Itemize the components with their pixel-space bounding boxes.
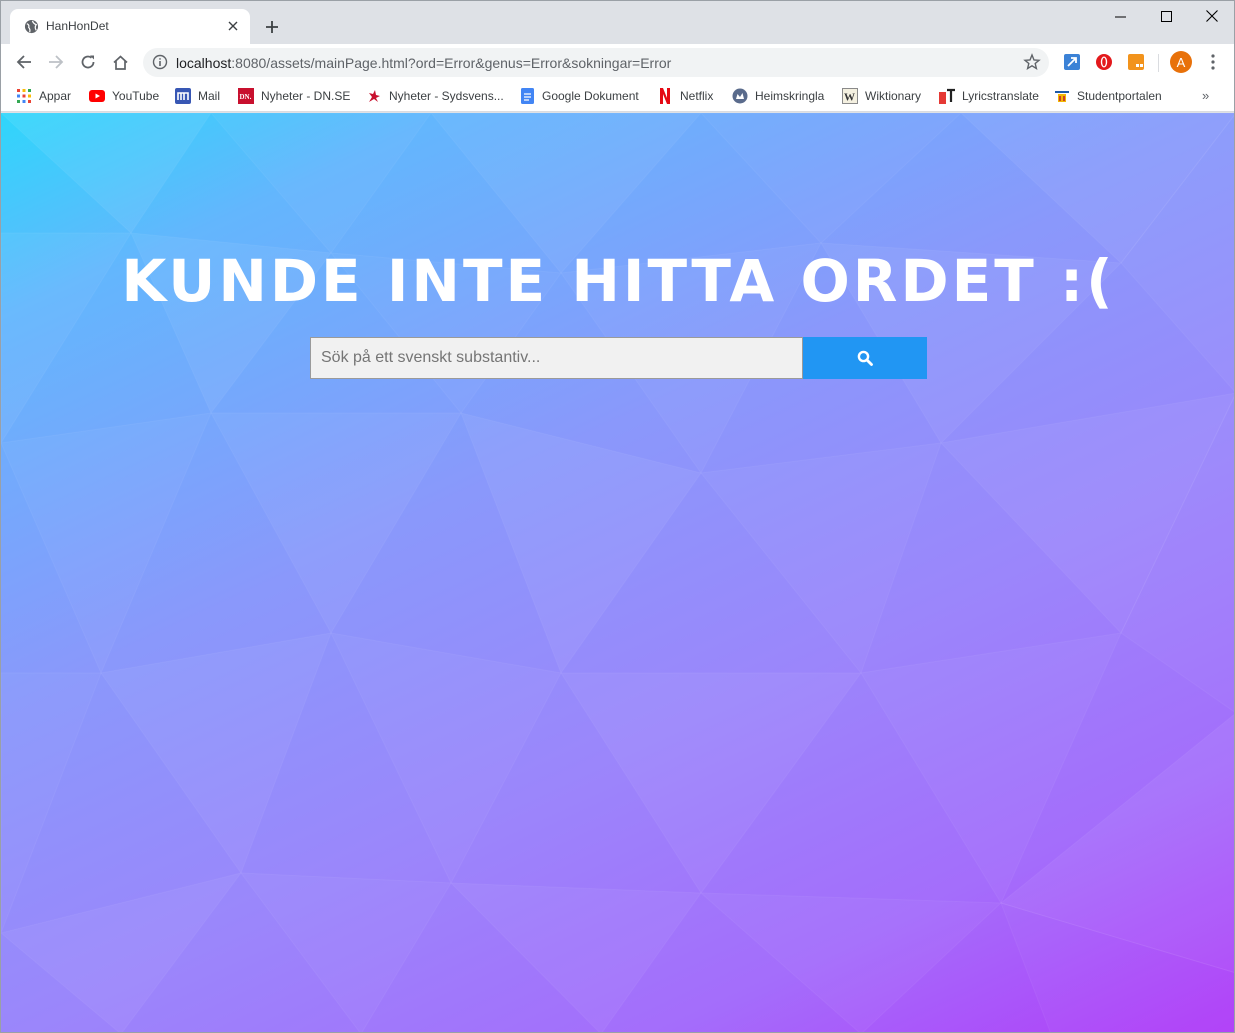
wiktionary-icon: W <box>842 88 858 104</box>
forward-button[interactable] <box>42 48 70 76</box>
back-arrow-icon <box>16 55 31 69</box>
reload-icon <box>81 55 95 69</box>
bookmark-label: Google Dokument <box>542 89 639 103</box>
url-host: localhost <box>176 55 232 71</box>
bookmark-label: Studentportalen <box>1077 89 1162 103</box>
browser-window: HanHonDet localhost:8080/assets/mainPage… <box>0 0 1235 1033</box>
toolbar-separator <box>1158 54 1159 72</box>
maximize-button[interactable] <box>1143 1 1189 31</box>
bookmark-netflix[interactable]: Netflix <box>657 86 713 106</box>
globe-icon <box>24 19 39 34</box>
bookmark-lyricstranslate[interactable]: Lyricstranslate <box>939 86 1039 106</box>
svg-text:DN.: DN. <box>240 93 252 101</box>
home-button[interactable] <box>106 48 134 76</box>
apps-grid-icon <box>16 88 32 104</box>
bookmark-label: Netflix <box>680 89 714 103</box>
forward-arrow-icon <box>49 55 64 69</box>
browser-toolbar: localhost:8080/assets/mainPage.html?ord=… <box>1 44 1234 80</box>
bookmark-label: Nyheter - Sydsvens... <box>389 89 504 103</box>
bookmark-appar[interactable]: Appar <box>16 86 71 106</box>
bookmark-dn[interactable]: DN. Nyheter - DN.SE <box>238 86 350 106</box>
tab-active[interactable]: HanHonDet <box>10 9 250 44</box>
more-bookmarks-icon[interactable]: » <box>1202 88 1209 103</box>
rss-extension-icon[interactable] <box>1127 53 1145 71</box>
netflix-icon <box>657 88 673 104</box>
bookmark-studentportalen[interactable]: Studentportalen <box>1054 86 1162 106</box>
bookmark-label: Heimskringla <box>755 89 825 103</box>
info-icon[interactable] <box>152 54 168 70</box>
profile-avatar[interactable]: A <box>1170 51 1192 73</box>
studentportalen-icon <box>1054 88 1070 104</box>
tab-title: HanHonDet <box>46 19 109 33</box>
bookmark-mail[interactable]: Mail <box>175 86 220 106</box>
search-button[interactable] <box>803 337 927 379</box>
heimskringla-icon <box>732 88 748 104</box>
opera-extension-icon[interactable] <box>1095 53 1113 71</box>
bookmark-google-docs[interactable]: Google Dokument <box>519 86 639 106</box>
bookmark-heimskringla[interactable]: Heimskringla <box>732 86 824 106</box>
reload-button[interactable] <box>74 48 102 76</box>
bookmark-label: Wiktionary <box>865 89 922 103</box>
tab-strip: HanHonDet <box>1 1 1234 44</box>
bookmark-youtube[interactable]: YouTube <box>89 86 159 106</box>
address-bar[interactable]: localhost:8080/assets/mainPage.html?ord=… <box>143 48 1049 77</box>
google-docs-icon <box>519 88 535 104</box>
back-button[interactable] <box>10 48 38 76</box>
bookmark-label: YouTube <box>112 89 160 103</box>
bookmark-label: Nyheter - DN.SE <box>261 89 351 103</box>
kebab-menu-icon[interactable] <box>1203 52 1223 72</box>
minimize-button[interactable] <box>1097 1 1143 31</box>
extension-arrow-icon[interactable] <box>1063 53 1081 71</box>
bookmark-sydsvenskan[interactable]: Nyheter - Sydsvens... <box>366 86 504 106</box>
svg-text:W: W <box>844 92 855 104</box>
new-tab-button[interactable] <box>259 14 285 40</box>
home-icon <box>112 54 128 70</box>
bookmark-label: Appar <box>39 89 72 103</box>
page-title: KUNDE INTE HITTA ORDET :( <box>121 247 1116 315</box>
page-content: KUNDE INTE HITTA ORDET :( <box>1 113 1234 1032</box>
url-text: localhost:8080/assets/mainPage.html?ord=… <box>176 55 671 71</box>
dn-icon: DN. <box>238 88 254 104</box>
close-tab-icon[interactable] <box>225 18 241 34</box>
bookmark-wiktionary[interactable]: W Wiktionary <box>842 86 921 106</box>
search-form <box>310 337 927 379</box>
mail-icon <box>175 88 191 104</box>
search-input[interactable] <box>310 337 803 379</box>
sydsvenskan-icon <box>366 88 382 104</box>
search-icon <box>857 350 873 366</box>
close-window-button[interactable] <box>1189 1 1234 31</box>
bookmark-label: Mail <box>198 89 221 103</box>
lyricstranslate-icon <box>939 88 955 104</box>
bookmark-star-icon[interactable] <box>1023 53 1041 71</box>
bookmark-label: Lyricstranslate <box>962 89 1039 103</box>
bookmarks-bar: Appar YouTube Mail DN. Nyheter - DN.SE N… <box>1 80 1234 112</box>
youtube-icon <box>89 88 105 104</box>
url-path: :8080/assets/mainPage.html?ord=Error&gen… <box>231 55 672 71</box>
